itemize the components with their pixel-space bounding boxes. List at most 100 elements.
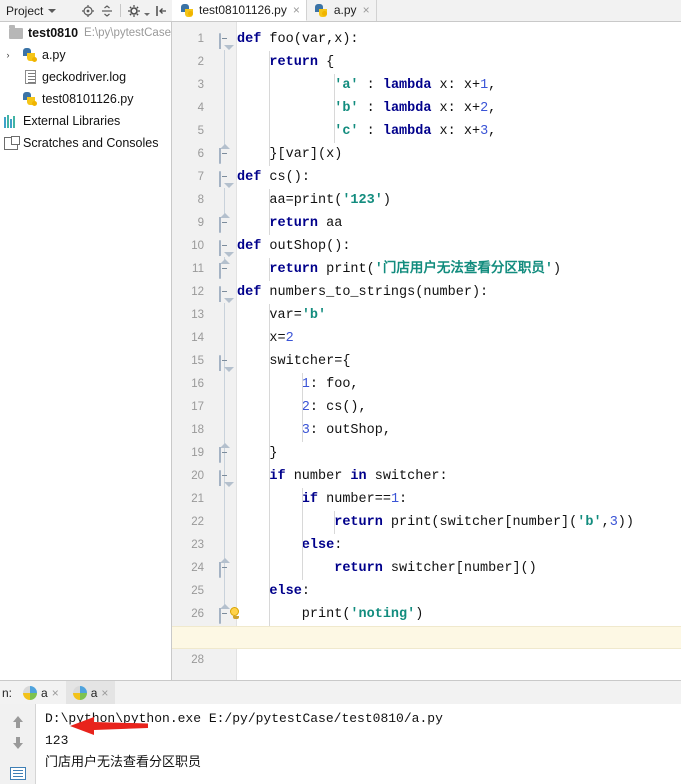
locate-icon[interactable]: [80, 3, 96, 19]
code-token: x: x+: [431, 124, 480, 139]
fold-collapse-icon[interactable]: [219, 172, 230, 183]
code-token: 'b': [577, 515, 601, 530]
hide-panel-icon[interactable]: [153, 3, 169, 19]
close-icon[interactable]: ×: [363, 3, 370, 17]
tab-test08101126-py[interactable]: test08101126.py ×: [172, 0, 307, 21]
fold-region-end-icon[interactable]: [219, 149, 230, 160]
code-line[interactable]: if number in switcher:: [237, 465, 681, 488]
line-number: 21: [172, 488, 204, 511]
code-editor[interactable]: 1234567891011121314151617181920212223242…: [172, 22, 681, 680]
code-line[interactable]: 3: outShop,: [237, 419, 681, 442]
code-text-area[interactable]: def foo(var,x): return { 'a' : lambda x:…: [237, 22, 681, 680]
code-line[interactable]: return print('门店用户无法查看分区职员'): [237, 258, 681, 281]
tree-item-scratches-and-consoles[interactable]: Scratches and Consoles: [0, 132, 171, 154]
tree-item-test0810[interactable]: test0810 E:\py\pytestCase: [0, 22, 171, 44]
console-line: 门店用户无法查看分区职员: [45, 752, 681, 774]
code-token: foo(var,x):: [261, 32, 358, 47]
code-token: switcher:: [367, 469, 448, 484]
tab-a-py[interactable]: a.py ×: [307, 0, 377, 21]
code-token: 3: [610, 515, 618, 530]
run-tab-a-2[interactable]: a ×: [66, 681, 116, 704]
code-line[interactable]: return {: [237, 51, 681, 74]
code-token: return: [237, 55, 318, 70]
code-token: if: [237, 492, 318, 507]
line-number: 17: [172, 396, 204, 419]
chevron-down-icon[interactable]: [48, 9, 56, 13]
fold-collapse-icon[interactable]: [219, 241, 230, 252]
code-line[interactable]: 'c' : lambda x: x+3,: [237, 120, 681, 143]
run-window-label: n:: [0, 686, 16, 704]
settings-dropdown-caret-icon[interactable]: [144, 13, 150, 16]
fold-collapse-icon[interactable]: [219, 34, 230, 45]
line-number: 23: [172, 534, 204, 557]
code-token: 'b': [302, 308, 326, 323]
code-line[interactable]: print('noting'): [237, 603, 681, 626]
code-line[interactable]: return aa: [237, 212, 681, 235]
code-line[interactable]: }[var](x): [237, 143, 681, 166]
soft-wrap-icon[interactable]: [9, 764, 27, 782]
project-tree[interactable]: test0810 E:\py\pytestCase › a.py geckodr…: [0, 22, 172, 680]
fold-region-end-icon[interactable]: [219, 264, 230, 275]
tree-item-geckodriver-log[interactable]: geckodriver.log: [0, 66, 171, 88]
code-line[interactable]: else:: [237, 534, 681, 557]
code-token: x: x+: [431, 78, 480, 93]
line-number: 9: [172, 212, 204, 235]
run-config-icon: [73, 686, 87, 700]
code-folding-strip[interactable]: [208, 22, 237, 680]
code-line[interactable]: }: [237, 442, 681, 465]
code-token: print(switcher[number](: [383, 515, 577, 530]
close-icon[interactable]: ×: [101, 686, 108, 700]
code-line[interactable]: aa=print('123'): [237, 189, 681, 212]
code-token: 1: [480, 78, 488, 93]
code-line[interactable]: if number==1:: [237, 488, 681, 511]
fold-region-end-icon[interactable]: [219, 609, 230, 620]
code-line[interactable]: 1: foo,: [237, 373, 681, 396]
code-token: ,: [488, 101, 496, 116]
code-line[interactable]: return print(switcher[number]('b',3)): [237, 511, 681, 534]
fold-collapse-icon[interactable]: [219, 287, 230, 298]
fold-region-end-icon[interactable]: [219, 218, 230, 229]
fold-collapse-icon[interactable]: [219, 471, 230, 482]
editor-tab-strip: test08101126.py × a.py ×: [172, 0, 681, 22]
tree-item-a-py[interactable]: › a.py: [0, 44, 171, 66]
down-arrow-icon[interactable]: [9, 737, 27, 755]
fold-collapse-icon[interactable]: [219, 356, 230, 367]
tree-item-label: test08101126.py: [42, 92, 134, 106]
line-number: 3: [172, 74, 204, 97]
close-icon[interactable]: ×: [293, 3, 300, 17]
line-number: 4: [172, 97, 204, 120]
code-line[interactable]: 2: cs(),: [237, 396, 681, 419]
code-token: ,: [602, 515, 610, 530]
code-line[interactable]: def numbers_to_strings(number):: [237, 281, 681, 304]
project-panel-title[interactable]: Project: [6, 4, 43, 18]
chevron-right-icon[interactable]: ›: [2, 50, 14, 60]
close-icon[interactable]: ×: [52, 686, 59, 700]
code-token: number==: [318, 492, 391, 507]
code-line[interactable]: x=2: [237, 327, 681, 350]
up-arrow-icon[interactable]: [9, 710, 27, 728]
console-output[interactable]: D:\python\python.exe E:/py/pytestCase/te…: [37, 704, 681, 784]
run-tab-label: a: [91, 686, 98, 700]
tree-item-external-libraries[interactable]: External Libraries: [0, 110, 171, 132]
run-tab-a-1[interactable]: a ×: [16, 681, 66, 704]
settings-gear-icon[interactable]: [126, 3, 142, 19]
code-line[interactable]: [237, 649, 681, 672]
code-token: switcher={: [237, 354, 350, 369]
code-line[interactable]: return switcher[number](): [237, 557, 681, 580]
code-token: aa: [318, 216, 342, 231]
indent-guide: [302, 488, 303, 580]
fold-region-end-icon[interactable]: [219, 448, 230, 459]
fold-region-end-icon[interactable]: [219, 563, 230, 574]
collapse-all-icon[interactable]: [99, 3, 115, 19]
tree-item-label: External Libraries: [23, 114, 120, 128]
tree-item-test08101126-py[interactable]: test08101126.py: [0, 88, 171, 110]
code-line[interactable]: else:: [237, 580, 681, 603]
code-line[interactable]: def cs():: [237, 166, 681, 189]
code-line[interactable]: 'a' : lambda x: x+1,: [237, 74, 681, 97]
code-line[interactable]: 'b' : lambda x: x+2,: [237, 97, 681, 120]
code-line[interactable]: var='b': [237, 304, 681, 327]
code-line[interactable]: def foo(var,x):: [237, 28, 681, 51]
run-tab-label: a: [41, 686, 48, 700]
code-line[interactable]: switcher={: [237, 350, 681, 373]
code-line[interactable]: def outShop():: [237, 235, 681, 258]
